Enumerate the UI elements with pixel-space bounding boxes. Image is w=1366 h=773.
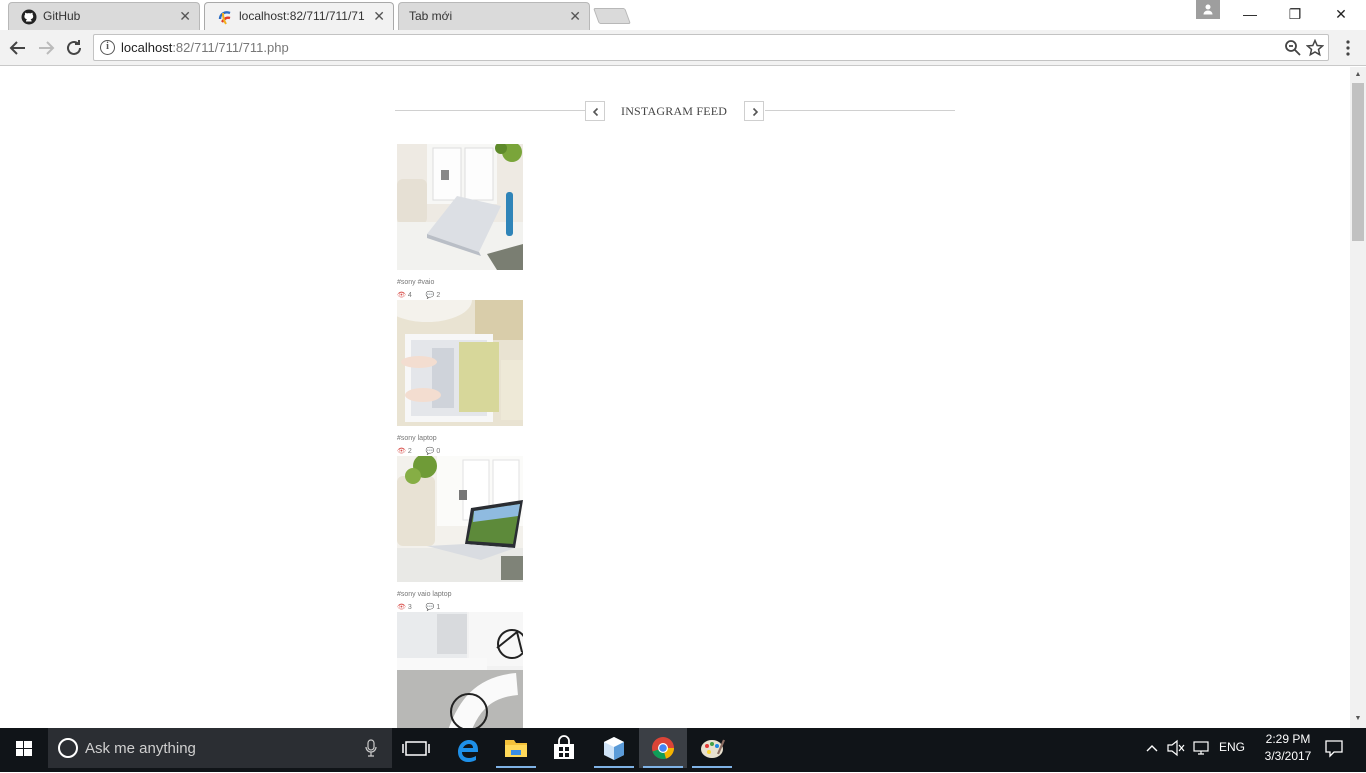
scroll-thumb[interactable] [1352,83,1364,241]
site-icon [218,11,231,25]
show-hidden-icons-button[interactable] [1144,728,1160,768]
volume-button[interactable] [1166,728,1186,768]
post-stats: 👁 3 💬 1 [397,603,440,611]
forward-arrow-icon[interactable] [34,36,58,60]
close-icon[interactable]: ✕ [373,8,385,24]
store-app[interactable] [540,728,588,768]
tab-localhost[interactable]: localhost:82/711/711/71 ✕ [204,2,394,30]
divider [765,110,955,111]
feed-header: INSTAGRAM FEED [395,100,955,122]
post-caption: #sony #vaio [397,279,435,286]
feed-next-button[interactable] [744,101,764,121]
comment-count: 0 [436,448,441,455]
post-photo[interactable] [397,300,523,426]
box-app-icon [604,737,624,760]
windows-logo-icon [16,741,32,756]
network-icon [1193,741,1209,755]
box-app[interactable] [590,728,638,768]
task-view-icon [402,741,430,756]
view-count: 3 [407,604,412,611]
chevron-up-icon [1146,745,1158,752]
github-icon [21,9,37,25]
clock-time: 2:29 PM [1265,732,1311,746]
eye-icon: 👁 [397,604,406,611]
comment-icon: 💬 [425,604,435,611]
tab-new[interactable]: Tab mới ✕ [398,2,590,30]
file-explorer-icon [505,740,527,757]
clock-date: 3/3/2017 [1264,749,1312,763]
page-viewport: INSTAGRAM FEED #sony #vaio 👁 4 💬 2 #sony… [0,67,1350,728]
url-text: localhost:82/711/711/711.php [121,40,289,55]
microphone-icon[interactable] [364,739,378,757]
comment-count: 2 [436,292,441,299]
chevron-right-icon [752,107,759,117]
view-count: 2 [407,448,412,455]
paint-app[interactable] [688,728,736,768]
divider [395,110,585,111]
eye-icon: 👁 [397,448,406,455]
post-photo[interactable] [397,456,523,582]
eye-icon: 👁 [397,292,406,299]
edge-icon [458,740,478,762]
notification-icon [1325,740,1343,758]
profile-button[interactable] [1196,0,1220,19]
volume-muted-icon [1167,739,1185,757]
close-icon[interactable]: ✕ [569,8,581,24]
paint-icon [701,739,726,758]
comment-icon: 💬 [425,292,435,299]
new-tab-button[interactable] [593,8,631,24]
page-scrollbar[interactable]: ▲ ▼ [1350,67,1366,728]
tab-title: localhost:82/711/711/71 [239,9,365,23]
post-photo[interactable] [397,144,523,270]
language-indicator[interactable]: ENG [1219,740,1245,760]
chrome-app[interactable] [639,728,687,768]
browser-titlebar: GitHub ✕ localhost:82/711/711/71 ✕ Tab m… [0,0,1366,30]
menu-dots-icon[interactable] [1340,38,1356,58]
tab-title: GitHub [43,9,81,23]
feed-prev-button[interactable] [585,101,605,121]
info-icon[interactable]: i [100,40,115,55]
minimize-button[interactable]: — [1227,0,1273,28]
post-caption: #sony vaio laptop [397,591,452,598]
system-clock[interactable]: 2:29 PM 3/3/2017 [1258,731,1318,765]
back-arrow-icon[interactable] [6,36,30,60]
post-caption: #sony laptop [397,435,437,442]
file-explorer-app[interactable] [492,728,540,768]
scroll-up-arrow-icon[interactable]: ▲ [1354,71,1362,79]
windows-taskbar: Ask me anything ENG 2:29 PM 3/3/2017 [0,728,1366,772]
url-host: localhost [121,40,173,55]
chrome-icon [652,737,674,760]
comment-count: 1 [436,604,441,611]
store-icon [554,735,574,759]
tab-title: Tab mới [409,9,453,23]
browser-toolbar: i localhost:82/711/711/711.php [0,30,1366,66]
post-photo[interactable] [397,612,523,728]
close-icon[interactable]: ✕ [179,8,191,24]
scroll-down-arrow-icon[interactable]: ▼ [1354,715,1362,723]
close-window-button[interactable]: ✕ [1318,0,1364,28]
network-button[interactable] [1192,728,1212,768]
post-stats: 👁 4 💬 2 [397,291,440,299]
person-icon [1203,4,1213,15]
post-stats: 👁 2 💬 0 [397,447,440,455]
feed-title: INSTAGRAM FEED [621,104,728,118]
action-center-button[interactable] [1322,728,1346,768]
task-view-button[interactable] [392,728,440,768]
bookmark-star-icon[interactable] [1306,39,1324,57]
search-placeholder: Ask me anything [85,740,196,757]
restore-button[interactable]: ❐ [1272,0,1318,28]
comment-icon: 💬 [425,448,435,455]
url-path: :82/711/711/711.php [172,40,289,55]
address-bar[interactable]: i localhost:82/711/711/711.php [93,34,1329,61]
zoom-icon[interactable] [1284,39,1302,57]
reload-icon[interactable] [62,36,86,60]
tab-github[interactable]: GitHub ✕ [8,2,200,30]
cortana-search[interactable]: Ask me anything [48,728,392,768]
chevron-left-icon [592,107,599,117]
edge-app[interactable] [444,728,492,768]
view-count: 4 [407,292,412,299]
cortana-icon [58,738,78,758]
start-button[interactable] [0,728,48,768]
